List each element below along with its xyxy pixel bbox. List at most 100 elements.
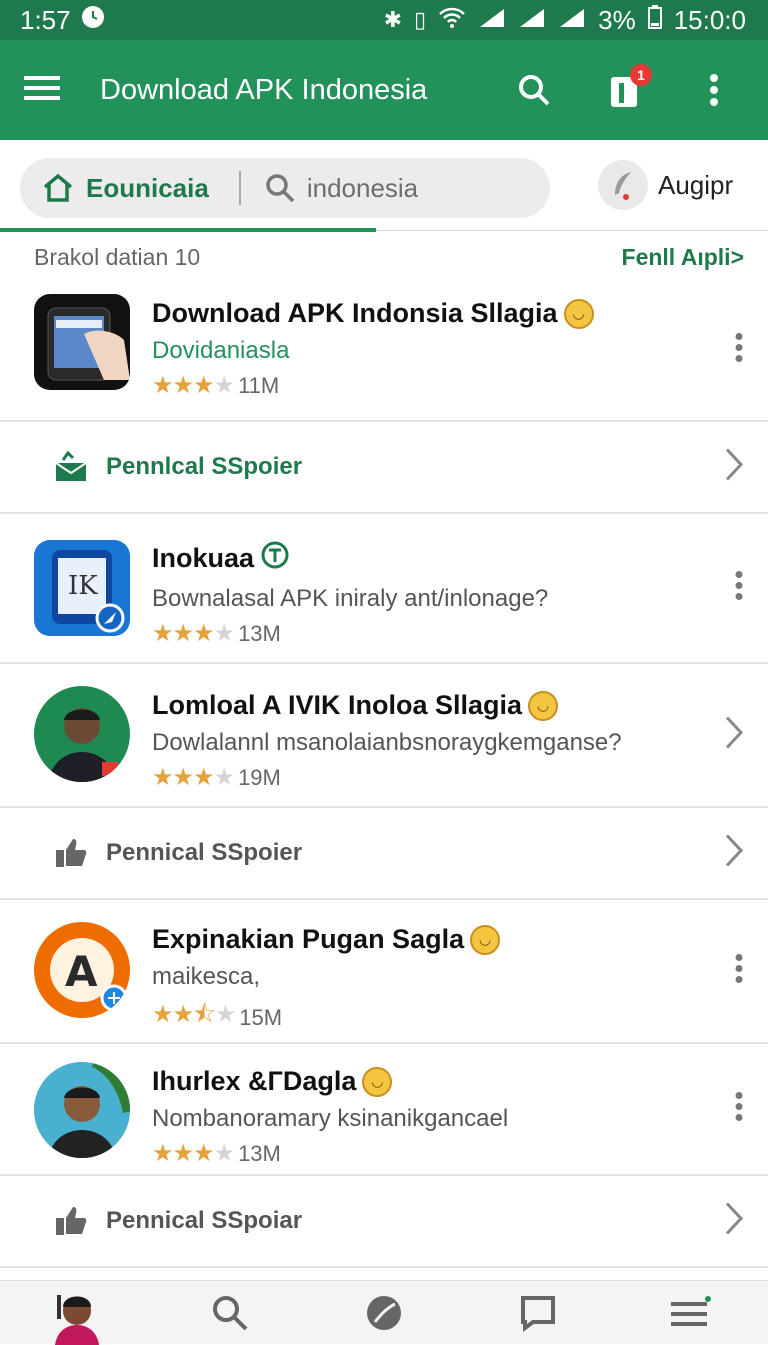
- battery-percent: 3%: [598, 4, 636, 35]
- overflow-menu-button[interactable]: [734, 1092, 744, 1127]
- bluetooth-icon: ✱: [383, 7, 403, 32]
- menu-icon[interactable]: [24, 74, 60, 107]
- chevron-right-icon: [724, 1201, 744, 1242]
- profile-avatar-icon: [54, 1294, 99, 1345]
- app-list: Download APK Indonsia Sllagia ◡ Dovidani…: [0, 280, 768, 1268]
- nav-explore[interactable]: [334, 1281, 434, 1345]
- smiley-icon: ◡: [563, 298, 594, 329]
- app-name-text: Expinakian Pugan Sagla: [152, 924, 465, 954]
- app-meta: ★★★★ 11M: [152, 371, 594, 400]
- search-icon: [213, 1295, 248, 1330]
- search-pill: Eounicaia indonesia: [20, 158, 550, 218]
- search-row: Eounicaia indonesia Augipr: [0, 140, 768, 232]
- overflow-menu-button[interactable]: [734, 954, 744, 989]
- download-count: 11M: [238, 372, 280, 398]
- search-input[interactable]: indonesia: [265, 173, 418, 204]
- app-name: Ihurlex &ГDagla ◡: [152, 1066, 508, 1097]
- see-more-link[interactable]: Fenll Aıpli>: [622, 244, 744, 271]
- status-time: 1:57: [20, 4, 71, 35]
- chevron-right-icon: [724, 833, 744, 874]
- promo-row[interactable]: Pennical SSpoier: [0, 808, 768, 900]
- more-vert-icon: [710, 74, 718, 106]
- vibrate-icon: ▯: [414, 7, 427, 32]
- download-count: 15M: [239, 1004, 283, 1030]
- feather-icon: [615, 172, 631, 200]
- app-subtitle: Dovidaniasla: [152, 337, 290, 364]
- app-subtitle: Nombanoramary ksinanikgancael: [152, 1105, 509, 1132]
- more-vert-icon: [735, 571, 743, 600]
- search-button[interactable]: [504, 60, 564, 120]
- bottom-navigation: [0, 1280, 768, 1345]
- home-icon: [43, 173, 73, 202]
- promo-label: Pennical SSpoier: [106, 839, 303, 866]
- verified-icon: [260, 540, 290, 577]
- search-icon: [266, 174, 295, 203]
- svg-text:A: A: [65, 947, 98, 996]
- clock-notification-icon: [81, 5, 105, 36]
- app-name-text: Ihurlex &ГDagla: [152, 1066, 357, 1096]
- app-subtitle: Dowlalannl msanolaianbsnoraygkemganse?: [152, 729, 622, 756]
- overflow-menu-button[interactable]: [684, 60, 744, 120]
- more-vert-icon: [735, 1092, 743, 1121]
- nav-search[interactable]: [180, 1281, 280, 1345]
- app-subtitle: Bownalasal APK iniraly ant/inlonage?: [152, 585, 549, 612]
- more-vert-icon: [735, 954, 743, 983]
- thumbs-up-icon: [56, 839, 87, 867]
- rating-stars: ★★★★: [152, 1140, 235, 1167]
- app-name-text: Download APK Indonsia Sllagia: [152, 298, 558, 328]
- account-label: Augipr: [658, 169, 734, 200]
- list-item[interactable]: Download APK Indonsia Sllagia ◡ Dovidani…: [0, 280, 768, 422]
- app-subtitle: maikesca,: [152, 963, 261, 990]
- app-icon: [34, 1062, 130, 1158]
- app-texts: Ihurlex &ГDagla ◡ Nombanoramary ksinanik…: [152, 1066, 508, 1168]
- battery-icon: [647, 4, 662, 36]
- promo-label: Pennlcal SSpoier: [106, 453, 303, 480]
- app-name-text: Lomloal A IVIK Inoloa Sllagia: [152, 690, 523, 720]
- notification-badge: 1: [630, 64, 652, 86]
- explore-icon: [366, 1295, 401, 1330]
- toolbar-title: Download APK Indonesia: [100, 73, 428, 106]
- app-texts: Expinakian Pugan Sagla ◡ maikesca, ★★⯪★ …: [152, 924, 501, 1038]
- list-item[interactable]: Ihurlex &ГDagla ◡ Nombanoramary ksinanik…: [0, 1044, 768, 1176]
- chevron-right-icon[interactable]: [724, 715, 744, 756]
- list-item[interactable]: Lomloal A IVIK Inoloa Sllagia ◡ Dowlalan…: [0, 664, 768, 808]
- download-count: 13M: [238, 620, 281, 646]
- app-icon: A: [34, 922, 130, 1018]
- menu-icon: [671, 1295, 712, 1326]
- app-meta: ★★⯪★ 15M: [152, 997, 500, 1038]
- wifi-icon: [438, 5, 466, 36]
- active-tab-indicator: [0, 228, 376, 232]
- rating-stars: ★★★★: [152, 764, 235, 791]
- app-name: Expinakian Pugan Sagla ◡: [152, 924, 501, 955]
- nav-messages[interactable]: [488, 1281, 588, 1345]
- list-item[interactable]: IK Inokuaa Bownalasal APK iniraly ant/in…: [0, 514, 768, 664]
- notifications-button[interactable]: 1: [594, 60, 654, 120]
- list-item[interactable]: A Expinakian Pugan Sagla ◡ maikesca, ★★⯪…: [0, 900, 768, 1044]
- signal-icon: [478, 5, 506, 36]
- signal-icon: [518, 5, 546, 36]
- tab-underline: [376, 230, 768, 231]
- app-name-text: Inokuaa: [152, 543, 255, 573]
- status-clock-right: 15:0:0: [673, 4, 746, 35]
- promo-row[interactable]: Pennlcal SSpoier: [0, 422, 768, 514]
- download-count: 13M: [238, 1140, 281, 1166]
- app-toolbar: Download APK Indonesia 1: [0, 40, 768, 140]
- home-tab[interactable]: Eounicaia: [42, 172, 209, 204]
- section-header: Brakol datian 10 Fenll Aıpli>: [34, 244, 744, 271]
- rating-stars: ★★★★: [152, 372, 235, 399]
- account-avatar: [598, 160, 648, 210]
- download-count: 19M: [238, 764, 281, 790]
- app-meta: ★★★★ 13M: [152, 619, 548, 648]
- app-meta: ★★★★ 13M: [152, 1139, 508, 1168]
- promo-label: Pennical SSpoiar: [106, 1207, 303, 1234]
- overflow-menu-button[interactable]: [734, 571, 744, 606]
- nav-profile[interactable]: [27, 1281, 127, 1345]
- search-icon: [519, 75, 550, 106]
- section-label: Brakol datian 10: [34, 244, 201, 270]
- promo-row[interactable]: Pennical SSpoiar: [0, 1176, 768, 1268]
- chevron-right-icon: [724, 447, 744, 488]
- nav-menu[interactable]: [641, 1281, 741, 1345]
- app-texts: Inokuaa Bownalasal APK iniraly ant/inlon…: [152, 540, 548, 648]
- account-button[interactable]: Augipr: [598, 160, 733, 210]
- overflow-menu-button[interactable]: [734, 333, 744, 368]
